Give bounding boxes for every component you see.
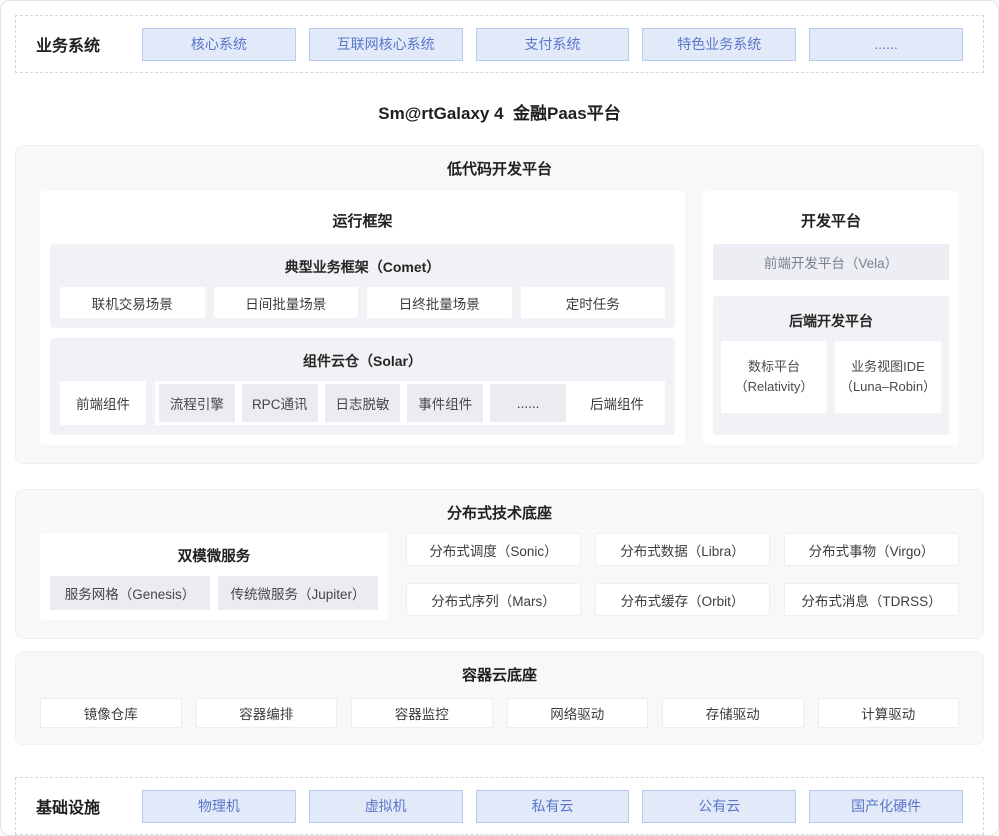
container-cloud-section: 容器云底座 镜像仓库 容器编排 容器监控 网络驱动 存储驱动 计算驱动 [15,651,984,745]
more-components-chip[interactable]: ...... [490,384,566,422]
service-mesh-chip[interactable]: 服务网格（Genesis） [50,576,210,610]
online-transaction-button[interactable]: 联机交易场景 [60,287,205,318]
more-systems-button[interactable]: ...... [809,28,963,61]
lowcode-platform-section: 低代码开发平台 运行框架 典型业务框架（Comet） 联机交易场景 日间批量场景… [15,145,984,464]
image-registry-button[interactable]: 镜像仓库 [40,698,182,728]
event-component-chip[interactable]: 事件组件 [407,384,483,422]
architecture-diagram-page: 业务系统 核心系统 互联网核心系统 支付系统 特色业务系统 ...... Sm@… [0,0,999,836]
runtime-framework-card: 运行框架 典型业务框架（Comet） 联机交易场景 日间批量场景 日终批量场景 … [40,191,685,445]
distributed-grid: 分布式调度（Sonic） 分布式数据（Libra） 分布式事物（Virgo） 分… [406,533,959,620]
virtual-machine-button[interactable]: 虚拟机 [309,790,463,823]
distributed-base-title: 分布式技术底座 [40,502,959,523]
log-masking-chip[interactable]: 日志脱敏 [325,384,401,422]
private-cloud-button[interactable]: 私有云 [476,790,630,823]
backend-component-label: 后端组件 [573,393,661,413]
page-title: Sm@rtGalaxy 4 金融Paas平台 [1,99,998,124]
network-driver-button[interactable]: 网络驱动 [507,698,649,728]
special-business-system-button[interactable]: 特色业务系统 [642,28,796,61]
typical-business-framework-items: 联机交易场景 日间批量场景 日终批量场景 定时任务 [60,287,665,318]
backend-dev-platform-box: 后端开发平台 数标平台 （Relativity） 业务视图IDE （Luna–R… [713,296,949,435]
domestic-hardware-button[interactable]: 国产化硬件 [809,790,963,823]
internet-core-system-button[interactable]: 互联网核心系统 [309,28,463,61]
runtime-framework-title: 运行框架 [50,201,675,244]
infrastructure-row: 基础设施 物理机 虚拟机 私有云 公有云 国产化硬件 [15,777,984,835]
infrastructure-label: 基础设施 [36,794,132,818]
component-strip: 流程引擎 RPC通讯 日志脱敏 事件组件 ...... 后端组件 [155,381,665,425]
distributed-scheduling-button[interactable]: 分布式调度（Sonic） [406,533,581,566]
core-system-button[interactable]: 核心系统 [142,28,296,61]
distributed-message-button[interactable]: 分布式消息（TDRSS） [784,583,959,616]
endofday-batch-button[interactable]: 日终批量场景 [367,287,512,318]
distributed-data-button[interactable]: 分布式数据（Libra） [595,533,770,566]
dual-mode-microservices-card: 双模微服务 服务网格（Genesis） 传统微服务（Jupiter） [40,533,388,620]
distributed-body: 双模微服务 服务网格（Genesis） 传统微服务（Jupiter） 分布式调度… [40,533,959,620]
container-cloud-items: 镜像仓库 容器编排 容器监控 网络驱动 存储驱动 计算驱动 [40,698,959,728]
container-cloud-title: 容器云底座 [40,664,959,685]
backend-dev-platform-items: 数标平台 （Relativity） 业务视图IDE （Luna–Robin） [721,341,941,413]
scheduled-task-button[interactable]: 定时任务 [521,287,666,318]
business-view-ide-name: 业务视图IDE [851,357,925,377]
data-standard-platform-button[interactable]: 数标平台 （Relativity） [721,341,827,413]
physical-machine-button[interactable]: 物理机 [142,790,296,823]
component-cloud-warehouse-title: 组件云仓（Solar） [60,346,665,381]
infrastructure-buttons: 物理机 虚拟机 私有云 公有云 国产化硬件 [142,790,963,823]
distributed-transaction-button[interactable]: 分布式事物（Virgo） [784,533,959,566]
traditional-microservices-chip[interactable]: 传统微服务（Jupiter） [218,576,378,610]
business-systems-buttons: 核心系统 互联网核心系统 支付系统 特色业务系统 ...... [142,28,963,61]
backend-dev-platform-title: 后端开发平台 [721,304,941,341]
storage-driver-button[interactable]: 存储驱动 [662,698,804,728]
business-view-ide-button[interactable]: 业务视图IDE （Luna–Robin） [835,341,941,413]
container-monitoring-button[interactable]: 容器监控 [351,698,493,728]
typical-business-framework-title: 典型业务框架（Comet） [60,252,665,287]
distributed-cache-button[interactable]: 分布式缓存（Orbit） [595,583,770,616]
typical-business-framework-card: 典型业务框架（Comet） 联机交易场景 日间批量场景 日终批量场景 定时任务 [50,244,675,328]
frontend-component-button[interactable]: 前端组件 [60,381,146,425]
process-engine-chip[interactable]: 流程引擎 [159,384,235,422]
component-cloud-warehouse-items: 前端组件 流程引擎 RPC通讯 日志脱敏 事件组件 ...... 后端组件 [60,381,665,425]
distributed-sequence-button[interactable]: 分布式序列（Mars） [406,583,581,616]
data-standard-platform-name: 数标平台 [748,357,800,377]
lowcode-body: 运行框架 典型业务框架（Comet） 联机交易场景 日间批量场景 日终批量场景 … [40,191,959,445]
daytime-batch-button[interactable]: 日间批量场景 [214,287,359,318]
dual-mode-microservices-title: 双模微服务 [50,541,378,576]
dual-mode-microservices-items: 服务网格（Genesis） 传统微服务（Jupiter） [50,576,378,610]
component-cloud-warehouse-card: 组件云仓（Solar） 前端组件 流程引擎 RPC通讯 日志脱敏 事件组件 ..… [50,338,675,435]
public-cloud-button[interactable]: 公有云 [642,790,796,823]
business-systems-label: 业务系统 [36,32,132,56]
frontend-dev-platform-button[interactable]: 前端开发平台（Vela） [713,244,949,280]
lowcode-platform-title: 低代码开发平台 [40,158,959,179]
business-view-ide-codename: （Luna–Robin） [840,377,936,397]
container-orchestration-button[interactable]: 容器编排 [196,698,338,728]
payment-system-button[interactable]: 支付系统 [476,28,630,61]
compute-driver-button[interactable]: 计算驱动 [818,698,960,728]
business-systems-row: 业务系统 核心系统 互联网核心系统 支付系统 特色业务系统 ...... [15,15,984,73]
dev-platform-card: 开发平台 前端开发平台（Vela） 后端开发平台 数标平台 （Relativit… [703,191,959,445]
rpc-communication-chip[interactable]: RPC通讯 [242,384,318,422]
distributed-base-section: 分布式技术底座 双模微服务 服务网格（Genesis） 传统微服务（Jupite… [15,489,984,639]
dev-platform-title: 开发平台 [713,201,949,244]
data-standard-platform-codename: （Relativity） [735,377,814,397]
